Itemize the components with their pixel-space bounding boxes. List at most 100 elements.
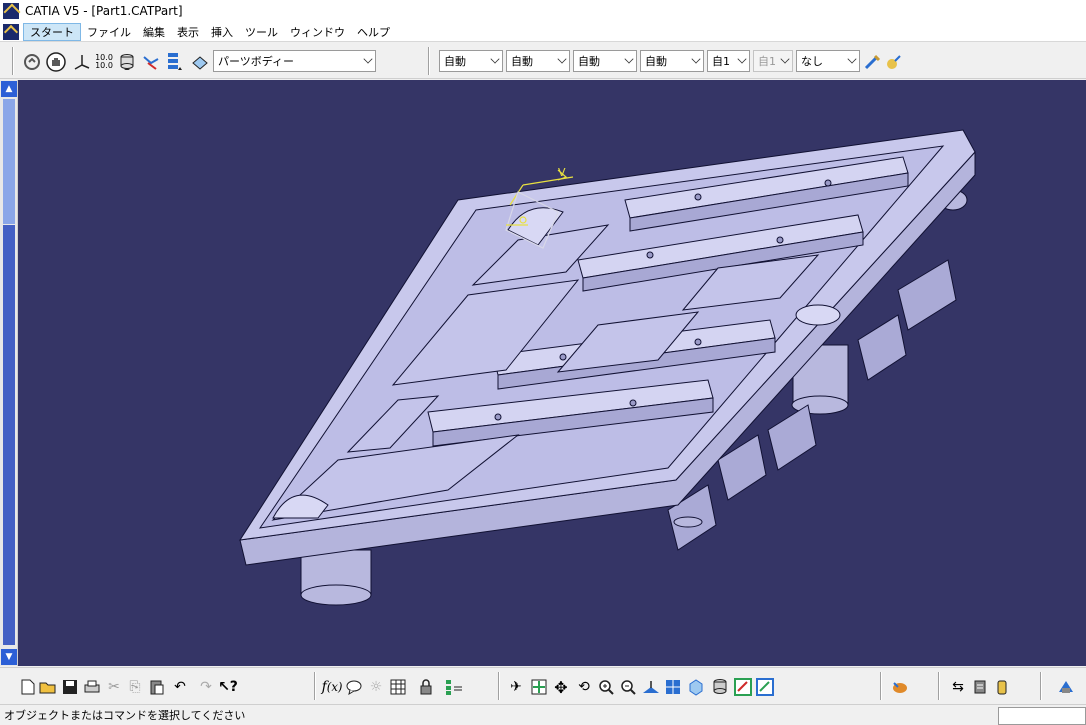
formula-icon[interactable]: f (x) [322, 677, 343, 697]
layer-select-disabled: 自1 [753, 50, 793, 72]
bottom-toolbar: ✂ ⎘ ↶ ↷ ↖? f (x) ☼ ✈ ✥ ⟲ ⇆ [0, 667, 1086, 703]
chevron-down-icon [624, 54, 634, 64]
line-thickness-select[interactable]: 自動 [573, 50, 637, 72]
redo-icon[interactable]: ↷ [196, 677, 216, 697]
menu-help[interactable]: ヘルプ [351, 23, 396, 41]
chevron-down-icon [363, 54, 373, 64]
zoom-in-icon[interactable] [596, 677, 616, 697]
zoom-out-icon[interactable] [618, 677, 638, 697]
toolbar-separator [428, 47, 430, 75]
hide-icon[interactable] [710, 677, 730, 697]
combo-value: 自動 [578, 55, 600, 68]
workbench-icon[interactable] [1056, 677, 1076, 697]
chevron-down-icon [737, 54, 747, 64]
toolbar-separator [498, 672, 500, 700]
title-bar: CATIA V5 - [Part1.CATPart] [0, 0, 1086, 22]
chevron-down-icon [557, 54, 567, 64]
combo-value: 自1 [758, 55, 776, 68]
combo-value: 自動 [444, 55, 466, 68]
menu-edit[interactable]: 編集 [137, 23, 171, 41]
catia-menu-icon[interactable] [3, 23, 19, 40]
axis-icon[interactable] [72, 52, 92, 72]
scroll-track[interactable] [3, 225, 15, 645]
undo-icon[interactable]: ↶ [170, 677, 190, 697]
line-color-select[interactable]: 自動 [439, 50, 503, 72]
rotate-view-icon[interactable]: ⟲ [574, 677, 594, 697]
views-icon[interactable] [663, 677, 683, 697]
material-icon[interactable] [992, 677, 1012, 697]
combo-value: 自動 [511, 55, 533, 68]
number-icon[interactable]: 10.0 10.0 [94, 52, 114, 72]
3d-viewport[interactable]: V [18, 80, 1086, 666]
toolbar-separator [938, 672, 940, 700]
menu-tools[interactable]: ツール [239, 23, 284, 41]
new-icon[interactable] [18, 677, 38, 697]
tree-icon[interactable] [444, 677, 464, 697]
menu-start[interactable]: スタート [23, 22, 81, 41]
chevron-down-icon [847, 54, 857, 64]
teapot-icon[interactable] [890, 677, 910, 697]
normal-view-icon[interactable] [641, 677, 661, 697]
fly-icon[interactable]: ✈ [506, 677, 526, 697]
whatsthis-icon[interactable]: ↖? [218, 677, 238, 697]
iso-icon[interactable] [686, 677, 706, 697]
copy-icon[interactable]: ⎘ [125, 677, 145, 697]
layer-icon[interactable] [164, 52, 184, 72]
chevron-down-icon [780, 54, 790, 64]
part-model[interactable]: V [18, 80, 1086, 666]
menu-file[interactable]: ファイル [81, 23, 137, 41]
toolbar-separator [1040, 672, 1042, 700]
window-title: CATIA V5 - [Part1.CATPart] [25, 4, 183, 18]
scroll-down-button[interactable]: ▼ [1, 649, 17, 665]
command-input[interactable] [998, 707, 1086, 725]
cut-icon[interactable]: ✂ [104, 677, 124, 697]
open-icon[interactable] [38, 677, 58, 697]
menu-view[interactable]: 表示 [171, 23, 205, 41]
pan-icon[interactable]: ✥ [551, 677, 571, 697]
fit-icon[interactable] [529, 677, 549, 697]
body-icon[interactable] [190, 52, 210, 72]
cylinder-icon[interactable] [117, 52, 137, 72]
scroll-up-button[interactable]: ▲ [1, 81, 17, 97]
combo-value: なし [801, 55, 823, 68]
menu-window[interactable]: ウィンドウ [284, 23, 351, 41]
print-icon[interactable] [82, 677, 102, 697]
line-type-select[interactable]: 自動 [640, 50, 704, 72]
brush-icon[interactable] [862, 52, 882, 72]
paint-icon[interactable] [884, 52, 904, 72]
axis-v-label: V [558, 166, 566, 179]
toolbar-separator [12, 47, 14, 75]
lock-icon[interactable] [416, 677, 436, 697]
snap-icon[interactable] [141, 52, 161, 72]
catia-logo-icon [3, 3, 19, 19]
vertical-scrollbar[interactable]: ▲ ▼ [0, 80, 18, 666]
rendering-style-select[interactable]: なし [796, 50, 860, 72]
measure-icon[interactable] [755, 677, 775, 697]
menu-bar: スタート ファイル 編集 表示 挿入 ツール ウィンドウ ヘルプ [0, 22, 1086, 42]
status-message: オブジェクトまたはコマンドを選択してください [4, 708, 246, 722]
point-symbol-select[interactable]: 自1 [707, 50, 750, 72]
chevron-down-icon [490, 54, 500, 64]
transparency-select[interactable]: 自動 [506, 50, 570, 72]
toolbar-separator [314, 672, 316, 700]
scroll-thumb[interactable] [3, 99, 15, 224]
save-icon[interactable] [60, 677, 80, 697]
combo-value: 自動 [645, 55, 667, 68]
paste-icon[interactable] [147, 677, 167, 697]
hand-icon[interactable] [46, 52, 66, 72]
menu-insert[interactable]: 挿入 [205, 23, 239, 41]
part-body-select[interactable]: パーツボディー [213, 50, 376, 72]
status-bar: オブジェクトまたはコマンドを選択してください [0, 704, 1086, 725]
combo-value: 自1 [712, 55, 730, 68]
chevron-down-icon [691, 54, 701, 64]
toolbar-separator [880, 672, 882, 700]
part-body-value: パーツボディー [218, 55, 295, 68]
top-toolbar: 10.0 10.0 パーツボディー 自動 自動 自動 自動 自1 自1 なし [0, 43, 1086, 79]
bulb-icon[interactable]: ☼ [366, 677, 386, 697]
update-icon[interactable] [970, 677, 990, 697]
swap-icon[interactable] [733, 677, 753, 697]
comment-icon[interactable] [344, 677, 364, 697]
table-icon[interactable] [388, 677, 408, 697]
rotate-icon[interactable] [22, 52, 42, 72]
swap-space-icon[interactable]: ⇆ [948, 677, 968, 697]
